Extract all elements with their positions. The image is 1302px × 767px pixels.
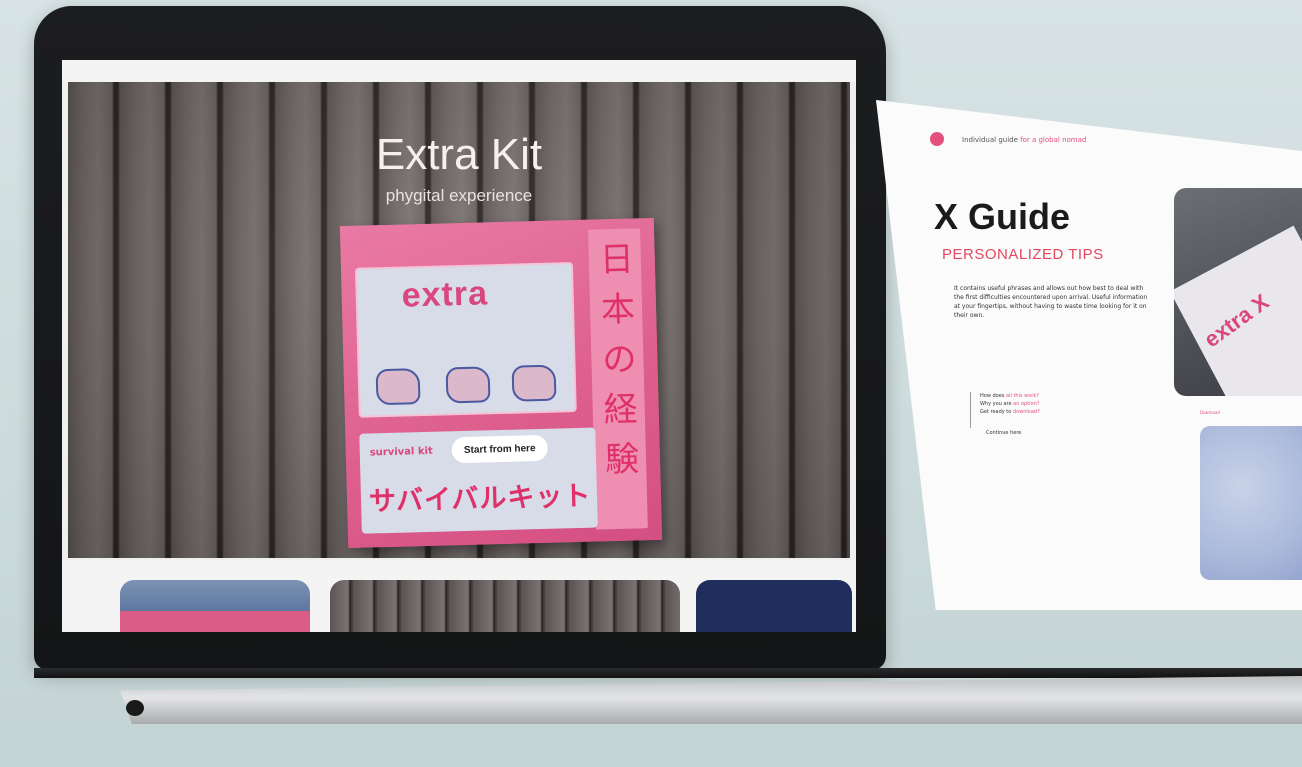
list-item-prefix: How does [980, 393, 1007, 399]
list-item[interactable]: Why you are an option? [980, 400, 1100, 408]
thumbnail-card[interactable] [120, 580, 310, 632]
tagline-highlight: for a global nomad [1020, 136, 1087, 144]
list-divider-line [970, 392, 971, 428]
guide-question-list: How does all this work? Why you are an o… [980, 392, 1100, 416]
jp-char: 本 [600, 289, 636, 331]
hero-title: Extra Kit [375, 130, 543, 179]
list-item-highlight: download? [1012, 409, 1040, 415]
guide-logo-icon [930, 132, 944, 146]
doodle-illustration-icon [375, 368, 421, 406]
list-item[interactable]: Get ready to download? [980, 408, 1100, 416]
katakana-title: サバイバルキット [368, 480, 592, 518]
extra-logo: extra [401, 274, 489, 315]
download-label: Download [1200, 410, 1220, 415]
laptop-notch [126, 700, 144, 716]
hero-banner: Extra Kit phygital experience 日 本 の 経 験 … [68, 82, 850, 558]
laptop-base [120, 676, 1302, 724]
thumbnail-card[interactable] [696, 580, 852, 632]
survival-kit-label: survival kit [369, 445, 433, 459]
doodle-illustration-icon [511, 364, 557, 402]
continue-link[interactable]: Continue here [986, 430, 1021, 436]
start-from-here-button[interactable]: Start from here [451, 434, 549, 464]
extra-kit-booklet: 日 本 の 経 験 extra survival kit Start from … [339, 217, 663, 549]
guide-subtitle: PERSONALIZED TIPS [942, 246, 1104, 263]
guide-body-text: It contains useful phrases and allows ou… [954, 285, 1148, 319]
jp-char: 日 [599, 239, 635, 281]
doodle-illustration-icon [445, 366, 491, 404]
hero-subtitle: phygital experience [385, 186, 533, 205]
list-item-prefix: Why you are [980, 401, 1014, 407]
list-item-prefix: Get ready to [980, 409, 1013, 415]
tagline-prefix: Individual guide [962, 136, 1018, 144]
jp-char: 経 [603, 389, 639, 431]
jp-char: の [601, 339, 637, 381]
booklet-top-panel: extra [354, 262, 577, 418]
browser-topbar [62, 60, 856, 82]
laptop-screen: Extra Kit phygital experience 日 本 の 経 験 … [62, 60, 856, 632]
panel-red-line [411, 345, 541, 348]
laptop-hinge [34, 668, 1302, 678]
floating-guide-page: Individual guide for a global nomad X Gu… [876, 100, 1302, 610]
doodle-tile-image[interactable] [1200, 426, 1302, 580]
list-item[interactable]: How does all this work? [980, 392, 1100, 400]
guide-title: X Guide [934, 196, 1071, 237]
jp-char: 験 [604, 439, 640, 481]
list-item-highlight: all this work? [1006, 393, 1039, 399]
list-item-highlight: an option? [1013, 401, 1040, 407]
thumbnail-card[interactable] [330, 580, 680, 632]
thumbnail-row [62, 560, 856, 632]
guide-photo: extra X [1174, 188, 1302, 396]
guide-tagline: Individual guide for a global nomad [962, 136, 1086, 144]
panel-caption [420, 321, 540, 324]
booklet-vertical-japanese: 日 本 の 経 験 [596, 234, 643, 485]
booklet-bottom-card: survival kit Start from here サバイバルキット [359, 427, 598, 534]
